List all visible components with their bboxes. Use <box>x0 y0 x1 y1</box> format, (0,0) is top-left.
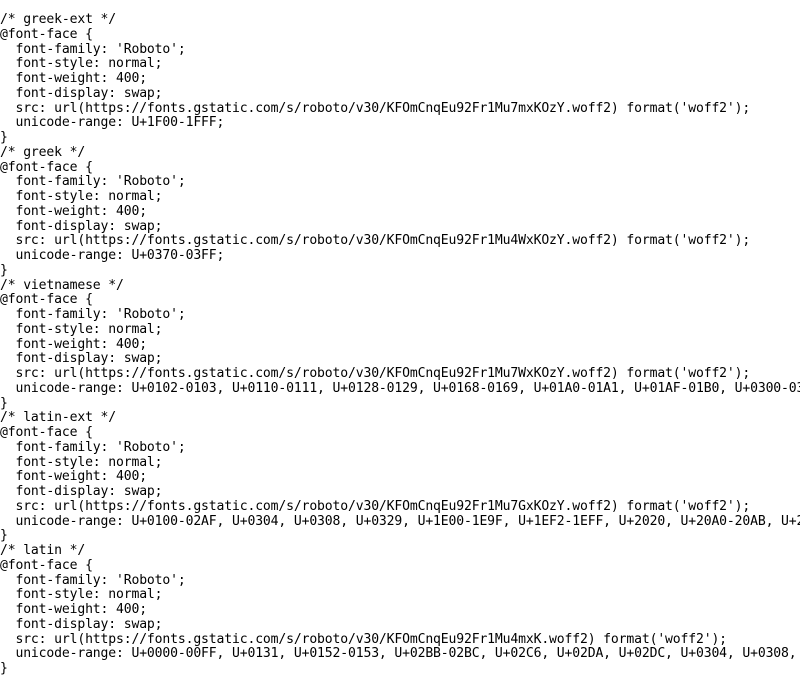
css-source-line: src: url(https://fonts.gstatic.com/s/rob… <box>0 234 751 249</box>
css-source-line: src: url(https://fonts.gstatic.com/s/rob… <box>0 101 751 116</box>
css-comment-line: /* greek */ <box>0 145 86 160</box>
css-source-line: unicode-range: U+0370-03FF; <box>0 249 225 264</box>
css-source-line: unicode-range: U+0100-02AF, U+0304, U+03… <box>15 514 800 529</box>
css-comment-line: /* greek-ext */ <box>0 13 116 28</box>
css-source-line: font-display: swap; <box>0 617 163 632</box>
css-source-line: @font-face { <box>0 27 93 42</box>
css-source-line: font-style: normal; <box>0 322 163 337</box>
css-source-line: font-weight: 400; <box>0 470 147 485</box>
css-source-line: font-family: 'Roboto'; <box>0 175 186 190</box>
css-source-line: font-display: swap; <box>0 352 163 367</box>
css-source-line: font-weight: 400; <box>0 603 147 618</box>
css-source-line: font-style: normal; <box>0 588 163 603</box>
css-comment-line: /* latin */ <box>0 544 86 559</box>
css-comment-line: /* latin-ext */ <box>0 411 116 426</box>
css-source-line: font-display: swap; <box>0 485 163 500</box>
css-source-line: font-weight: 400; <box>0 72 147 87</box>
css-source-line: font-style: normal; <box>0 455 163 470</box>
css-source-line: font-family: 'Roboto'; <box>0 42 186 57</box>
css-source-line: unicode-range: U+0000-00FF, U+0131, U+01… <box>15 647 797 662</box>
css-source-line: font-style: normal; <box>0 57 163 72</box>
css-source-line: } <box>0 662 8 677</box>
css-source-line: font-weight: 400; <box>0 337 147 352</box>
css-source-line: font-display: swap; <box>0 86 163 101</box>
css-source-line: unicode-range: U+0102-0103, U+0110-0111,… <box>15 381 800 396</box>
css-source-line: } <box>0 529 8 544</box>
css-source-line: src: url(https://fonts.gstatic.com/s/rob… <box>0 499 751 514</box>
css-source-line: @font-face { <box>0 293 93 308</box>
css-source-line: font-family: 'Roboto'; <box>0 573 186 588</box>
css-source-line: font-family: 'Roboto'; <box>0 440 186 455</box>
css-comment-line: /* vietnamese */ <box>0 278 124 293</box>
css-source-line: font-family: 'Roboto'; <box>0 308 186 323</box>
css-source-line: src: url(https://fonts.gstatic.com/s/rob… <box>0 367 751 382</box>
css-source-line: src: url(https://fonts.gstatic.com/s/rob… <box>0 632 727 647</box>
css-source-line: font-style: normal; <box>0 190 163 205</box>
css-source-line: } <box>0 263 8 278</box>
css-source-line: @font-face { <box>0 426 93 441</box>
css-source-line: } <box>0 396 8 411</box>
css-source-line: font-weight: 400; <box>0 204 147 219</box>
css-source-line: @font-face { <box>0 558 93 573</box>
css-source-line: unicode-range: U+1F00-1FFF; <box>0 116 225 131</box>
css-source-line: } <box>0 131 8 146</box>
css-source-line: font-display: swap; <box>0 219 163 234</box>
css-source-line: @font-face { <box>0 160 93 175</box>
css-source-listing: /* greek-ext */@font-face { font-family:… <box>0 13 800 682</box>
